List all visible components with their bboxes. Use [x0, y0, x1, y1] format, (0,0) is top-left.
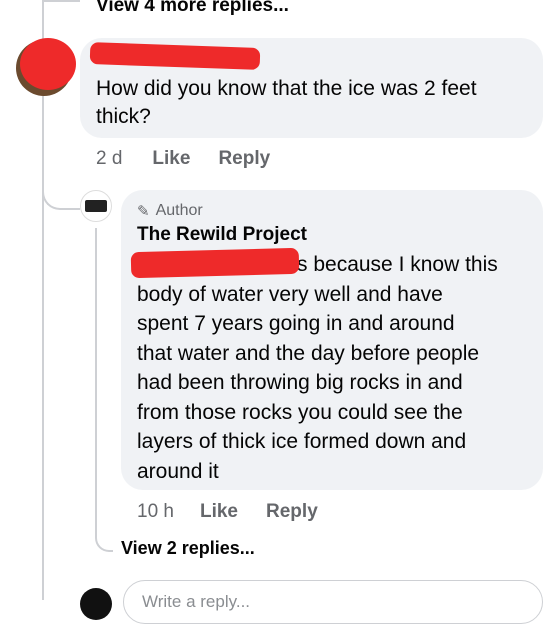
rewild-logo-icon — [85, 200, 107, 212]
view-replies-link[interactable]: View 2 replies... — [121, 538, 255, 559]
reply-button[interactable]: Reply — [218, 148, 270, 170]
thread-line-reply-curve — [42, 170, 80, 210]
reply-line-7: layers of thick ice formed down and — [137, 430, 467, 453]
reply-line-5: had been throwing big rocks in and — [137, 371, 463, 394]
author-badge-label: Author — [155, 202, 203, 219]
reply-input-placeholder: Write a reply... — [142, 592, 251, 611]
reply-meta: 10 h Like Reply — [137, 501, 318, 523]
reply-bubble: ✎ Author The Rewild Project s because I … — [121, 190, 543, 490]
thread-line-top-hook — [42, 0, 80, 2]
like-button[interactable]: Like — [152, 148, 190, 170]
redaction-mark — [20, 38, 76, 90]
reply-button[interactable]: Reply — [266, 501, 318, 523]
reply-line-4: that water and the day before people — [137, 341, 480, 365]
comment-bubble: How did you know that the ice was 2 feet… — [80, 38, 543, 138]
reply-line-8: around it — [137, 459, 219, 483]
reply-timestamp[interactable]: 10 h — [137, 501, 174, 523]
pencil-icon: ✎ — [137, 203, 150, 220]
reply-line-6: from those rocks you could see the — [137, 400, 463, 424]
author-badge: ✎ Author — [137, 202, 203, 220]
comment-text: How did you know that the ice was 2 feet… — [96, 77, 477, 128]
reply-author-name[interactable]: The Rewild Project — [137, 224, 307, 246]
reply-line-2: body of water very well and have — [137, 282, 443, 306]
comment-meta: 2 d Like Reply — [96, 148, 270, 170]
like-button[interactable]: Like — [200, 501, 238, 523]
thread-line-view-replies-curve — [95, 520, 113, 552]
thread-line-reply-children — [95, 228, 97, 538]
reply-input[interactable]: Write a reply... — [123, 580, 543, 624]
page-avatar[interactable] — [80, 190, 112, 222]
reply-line-1-text: s because I know this — [297, 253, 498, 276]
view-more-replies-link[interactable]: View 4 more replies... — [96, 0, 289, 17]
redaction-mark — [130, 247, 300, 279]
reply-line-3: spent 7 years going in and around — [137, 312, 455, 335]
comment-timestamp[interactable]: 2 d — [96, 148, 122, 170]
redaction-mark — [89, 42, 261, 70]
current-user-avatar[interactable] — [80, 588, 112, 620]
reply-text: s because I know this body of water very… — [137, 250, 537, 486]
